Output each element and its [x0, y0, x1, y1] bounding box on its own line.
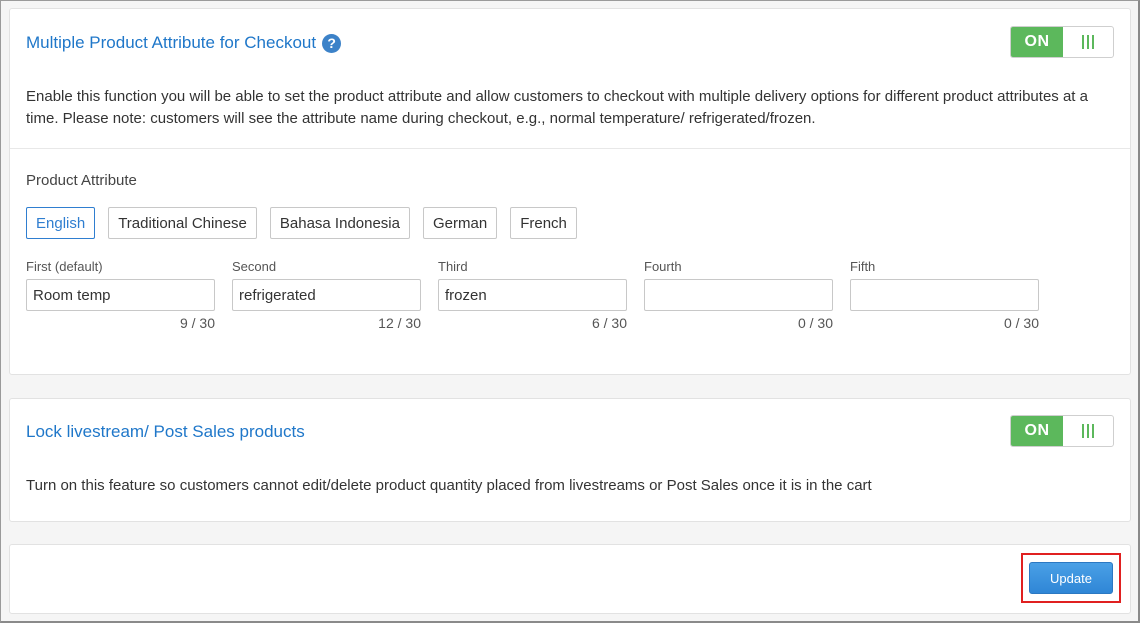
attribute-toggle[interactable]: ON: [1010, 26, 1114, 58]
language-tabs: English Traditional Chinese Bahasa Indon…: [26, 207, 577, 239]
character-count: 9 / 30: [179, 315, 215, 331]
footer-card: Update: [9, 544, 1131, 614]
field-label: Second: [232, 259, 277, 274]
product-attribute-label: Product Attribute: [26, 172, 137, 189]
language-tab-bahasa-indonesia[interactable]: Bahasa Indonesia: [269, 207, 410, 239]
divider: [10, 148, 1130, 149]
character-count: 6 / 30: [591, 315, 627, 331]
attribute-fields: First (default) 9 / 30 Second 12 / 30 Th…: [26, 259, 1039, 331]
toggle-handle[interactable]: [1063, 27, 1113, 57]
field-label: Fourth: [644, 259, 682, 274]
toggle-on-label: ON: [1011, 416, 1063, 446]
attribute-input-fifth[interactable]: [850, 279, 1039, 311]
grip-icon: [1082, 35, 1094, 49]
attribute-card-title: Multiple Product Attribute for Checkout …: [26, 33, 342, 53]
lock-livestream-card: Lock livestream/ Post Sales products ON …: [9, 398, 1131, 522]
attribute-settings-card: Multiple Product Attribute for Checkout …: [9, 8, 1131, 375]
attribute-field-first: First (default) 9 / 30: [26, 259, 215, 331]
lock-toggle[interactable]: ON: [1010, 415, 1114, 447]
field-label: First (default): [26, 259, 103, 274]
toggle-on-label: ON: [1011, 27, 1063, 57]
attribute-input-third[interactable]: [438, 279, 627, 311]
grip-icon: [1082, 424, 1094, 438]
field-label: Third: [438, 259, 468, 274]
lock-card-title: Lock livestream/ Post Sales products: [26, 422, 305, 441]
lock-description: Turn on this feature so customers cannot…: [26, 477, 872, 494]
update-highlight-box: Update: [1021, 553, 1121, 603]
attribute-field-second: Second 12 / 30: [232, 259, 421, 331]
character-count: 12 / 30: [378, 315, 421, 331]
language-tab-traditional-chinese[interactable]: Traditional Chinese: [108, 207, 257, 239]
attribute-input-second[interactable]: [232, 279, 421, 311]
update-button[interactable]: Update: [1029, 562, 1113, 594]
attribute-field-fifth: Fifth 0 / 30: [850, 259, 1039, 331]
character-count: 0 / 30: [1003, 315, 1039, 331]
language-tab-german[interactable]: German: [423, 207, 498, 239]
toggle-handle[interactable]: [1063, 416, 1113, 446]
language-tab-french[interactable]: French: [510, 207, 577, 239]
attribute-field-third: Third 6 / 30: [438, 259, 627, 331]
question-circle-icon[interactable]: ?: [322, 33, 342, 53]
attribute-description: Enable this function you will be able to…: [26, 88, 1088, 127]
language-tab-english[interactable]: English: [26, 207, 96, 239]
attribute-input-fourth[interactable]: [644, 279, 833, 311]
attribute-input-first[interactable]: [26, 279, 215, 311]
character-count: 0 / 30: [797, 315, 833, 331]
attribute-field-fourth: Fourth 0 / 30: [644, 259, 833, 331]
field-label: Fifth: [850, 259, 876, 274]
attribute-card-title-text: Multiple Product Attribute for Checkout: [26, 33, 317, 52]
